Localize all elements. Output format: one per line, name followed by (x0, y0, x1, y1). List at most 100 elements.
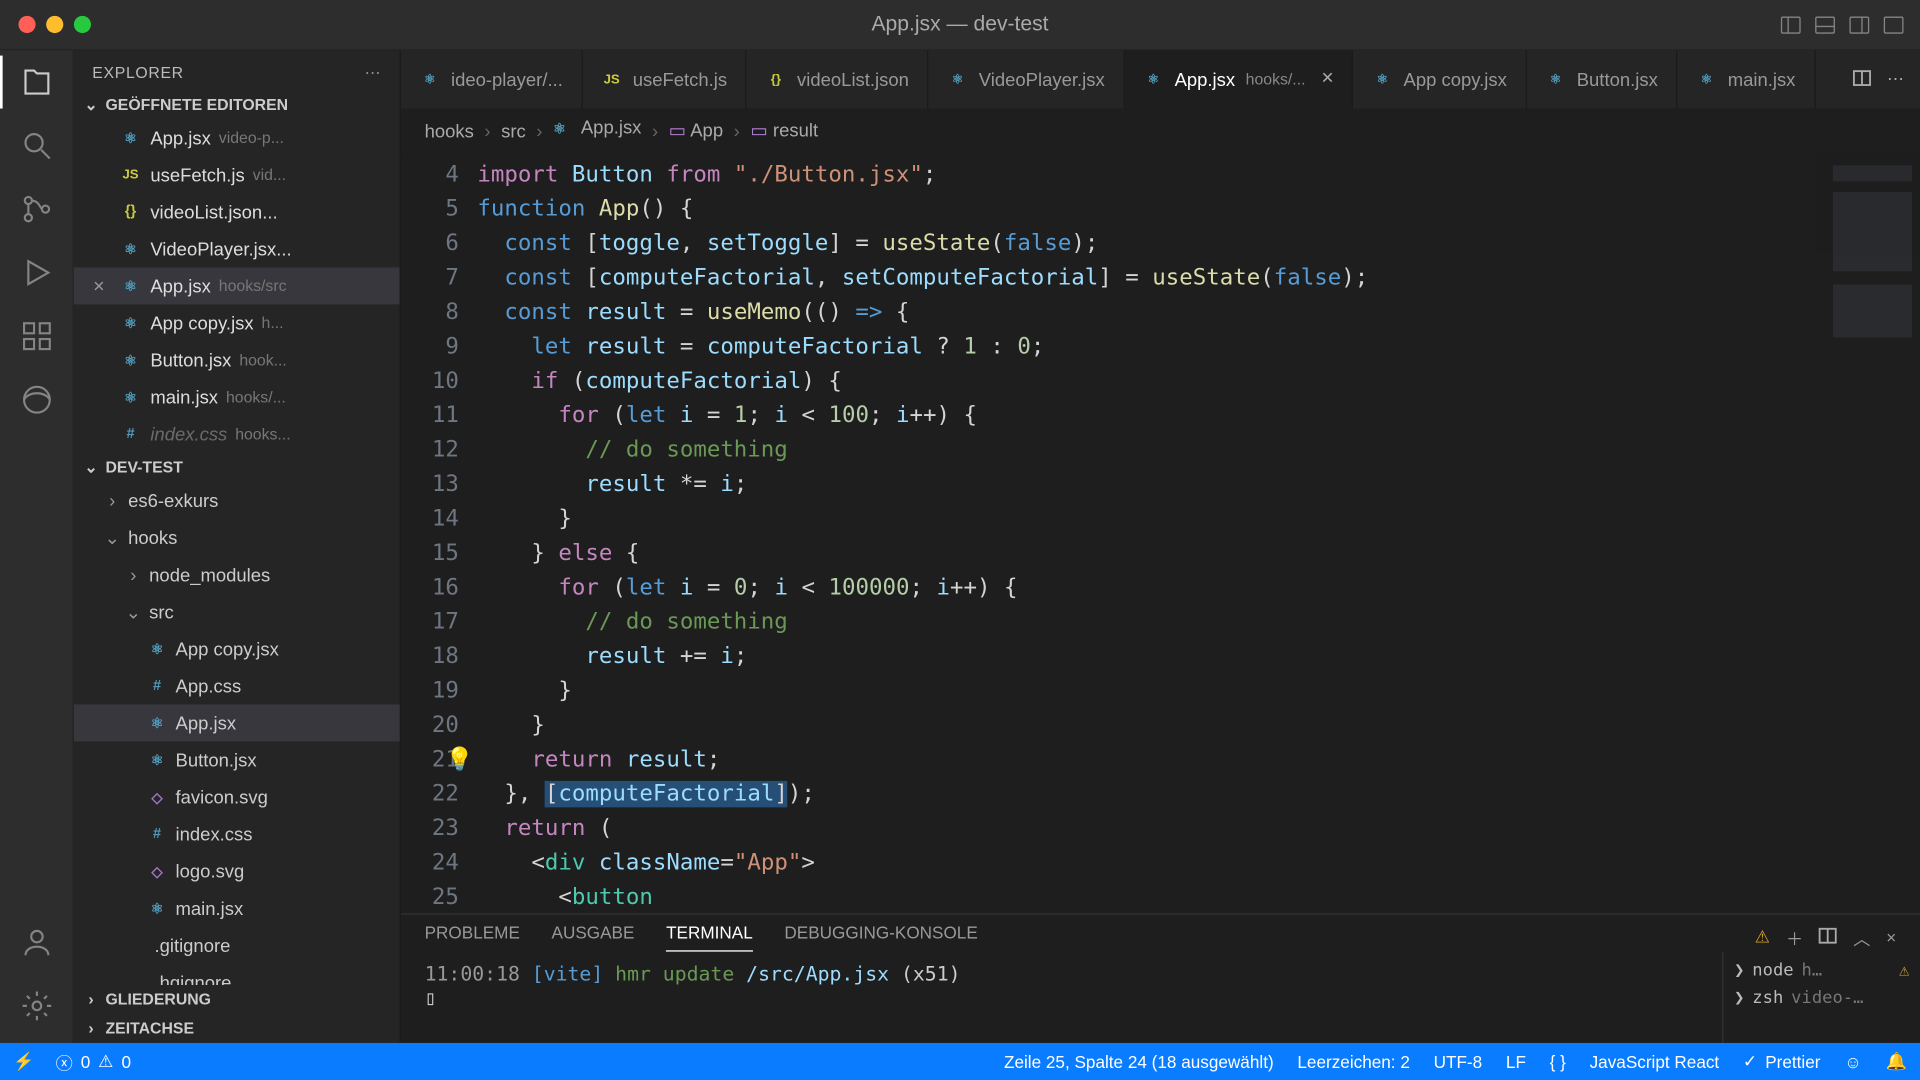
layout-bottom-icon[interactable] (1815, 14, 1836, 35)
editor-tab[interactable]: videoList.json (747, 50, 929, 108)
file-row[interactable]: App copy.jsx (74, 630, 400, 667)
file-row[interactable]: favicon.svg (74, 778, 400, 815)
more-icon[interactable]: ⋯ (1887, 69, 1904, 90)
open-editor-item[interactable]: Button.jsxhook... (74, 341, 400, 378)
panel-tab[interactable]: TERMINAL (666, 922, 753, 951)
layout-full-icon[interactable] (1883, 14, 1904, 35)
scm-icon[interactable] (18, 191, 55, 228)
file-row[interactable]: App.css (74, 667, 400, 704)
search-icon[interactable] (18, 127, 55, 164)
extensions-icon[interactable] (18, 318, 55, 355)
file-row[interactable]: index.css (74, 815, 400, 852)
editor-tab[interactable]: useFetch.js (583, 50, 747, 108)
outline-header[interactable]: › GLIEDERUNG (74, 985, 400, 1014)
editor-tab[interactable]: App copy.jsx (1353, 50, 1526, 108)
breadcrumb-item[interactable]: ▭ result (750, 119, 818, 142)
item-label: App copy.jsx (175, 638, 278, 659)
panel-tab[interactable]: AUSGABE (552, 922, 635, 951)
status-braces-icon[interactable]: { } (1550, 1052, 1566, 1072)
file-icon (145, 859, 169, 883)
open-editor-item[interactable]: App copy.jsxh... (74, 304, 400, 341)
status-errors[interactable]: ⓧ0⚠0 (56, 1049, 131, 1074)
open-editor-item[interactable]: VideoPlayer.jsx... (74, 230, 400, 267)
explorer-icon[interactable] (18, 64, 55, 101)
breadcrumb-item[interactable]: ▭ App (669, 119, 723, 142)
breadcrumb-item[interactable]: App.jsx (553, 116, 641, 144)
close-window-button[interactable] (18, 16, 35, 33)
edge-icon[interactable] (18, 381, 55, 418)
terminal-list: ❯nodeh…⚠❯zshvideo-… (1722, 952, 1920, 1043)
status-encoding[interactable]: UTF-8 (1434, 1052, 1483, 1072)
account-icon[interactable] (18, 924, 55, 961)
breadcrumb-item[interactable]: hooks (425, 120, 474, 141)
layout-right-icon[interactable] (1849, 14, 1870, 35)
file-icon (119, 237, 143, 261)
panel-tab[interactable]: PROBLEME (425, 922, 520, 951)
breadcrumbs[interactable]: hooks›src› App.jsx›▭ App›▭ result (401, 109, 1920, 153)
open-editor-item[interactable]: App.jsxvideo-p... (74, 119, 400, 156)
open-editor-item[interactable]: videoList.json... (74, 193, 400, 230)
editor-tab[interactable]: App.jsxhooks/...× (1124, 50, 1353, 108)
project-header[interactable]: ⌄ DEV-TEST (74, 453, 400, 482)
editor-tab[interactable]: VideoPlayer.jsx (929, 50, 1125, 108)
close-icon[interactable]: × (87, 275, 111, 298)
item-label: favicon.svg (175, 786, 267, 807)
file-row[interactable]: Button.jsx (74, 741, 400, 778)
warning-icon[interactable]: ⚠ (1755, 926, 1770, 947)
file-row[interactable]: logo.svg (74, 852, 400, 889)
status-language[interactable]: JavaScript React (1590, 1052, 1720, 1072)
split-terminal-icon[interactable] (1819, 926, 1837, 949)
status-cursor-pos[interactable]: Zeile 25, Spalte 24 (18 ausgewählt) (1004, 1052, 1274, 1072)
terminal-instance[interactable]: ❯zshvideo-… (1734, 985, 1909, 1013)
minimize-window-button[interactable] (46, 16, 63, 33)
open-editor-item[interactable]: main.jsxhooks/... (74, 379, 400, 416)
tabs-bar: ideo-player/...useFetch.jsvideoList.json… (401, 50, 1920, 108)
folder-row[interactable]: ›es6-exkurs (74, 482, 400, 519)
settings-icon[interactable] (18, 987, 55, 1024)
status-remote[interactable]: ⚡ (13, 1051, 34, 1072)
sidebar-more-icon[interactable]: ⋯ (365, 64, 381, 83)
status-prettier[interactable]: ✓Prettier (1743, 1051, 1821, 1072)
file-icon (765, 69, 786, 90)
open-editors-header[interactable]: ⌄ GEÖFFNETE EDITOREN (74, 90, 400, 119)
file-icon (145, 896, 169, 920)
file-row[interactable]: main.jsx (74, 889, 400, 926)
file-row[interactable]: .gitignore (74, 926, 400, 963)
status-indent[interactable]: Leerzeichen: 2 (1297, 1052, 1409, 1072)
open-editor-item[interactable]: ×App.jsxhooks/src (74, 267, 400, 304)
folder-row[interactable]: ⌄src (74, 593, 400, 630)
split-editor-icon[interactable] (1853, 68, 1871, 91)
terminal-output[interactable]: 11:00:18 [vite] hmr update /src/App.jsx … (401, 952, 1722, 1043)
file-row[interactable]: App.jsx (74, 704, 400, 741)
maximize-window-button[interactable] (74, 16, 91, 33)
maximize-panel-icon[interactable]: ︿ (1853, 924, 1870, 949)
file-icon (119, 126, 143, 150)
terminal-instance[interactable]: ❯nodeh…⚠ (1734, 957, 1909, 985)
status-feedback-icon[interactable]: ☺ (1844, 1052, 1862, 1072)
code-editor[interactable]: 4567891011121314151617181920212223242526… (401, 152, 1920, 913)
file-row[interactable]: .hgignore (74, 964, 400, 985)
folder-row[interactable]: ⌄hooks (74, 519, 400, 556)
lightbulb-icon[interactable]: 💡 (446, 743, 474, 777)
new-terminal-icon[interactable]: ＋ (1786, 924, 1803, 949)
timeline-header[interactable]: › ZEITACHSE (74, 1014, 400, 1043)
editor-tab[interactable]: main.jsx (1678, 50, 1816, 108)
file-path: hooks... (235, 425, 391, 444)
layout-left-icon[interactable] (1780, 14, 1801, 35)
sidebar: EXPLORER ⋯ ⌄ GEÖFFNETE EDITOREN App.jsxv… (74, 50, 401, 1043)
status-bell-icon[interactable]: 🔔 (1885, 1051, 1906, 1072)
minimap[interactable] (1815, 152, 1920, 913)
folder-row[interactable]: ›node_modules (74, 556, 400, 593)
status-eol[interactable]: LF (1506, 1052, 1526, 1072)
breadcrumb-item[interactable]: src (501, 120, 526, 141)
item-label: hooks (128, 527, 177, 548)
panel-tab[interactable]: DEBUGGING-KONSOLE (784, 922, 977, 951)
editor-tab[interactable]: ideo-player/... (401, 50, 583, 108)
open-editor-item[interactable]: useFetch.jsvid... (74, 156, 400, 193)
editor-tab[interactable]: Button.jsx (1527, 50, 1678, 108)
close-panel-icon[interactable]: × (1886, 927, 1896, 947)
close-icon[interactable]: × (1321, 68, 1333, 92)
terminal-icon: ❯ (1734, 961, 1744, 981)
debug-icon[interactable] (18, 254, 55, 291)
open-editor-item[interactable]: index.csshooks... (74, 416, 400, 453)
